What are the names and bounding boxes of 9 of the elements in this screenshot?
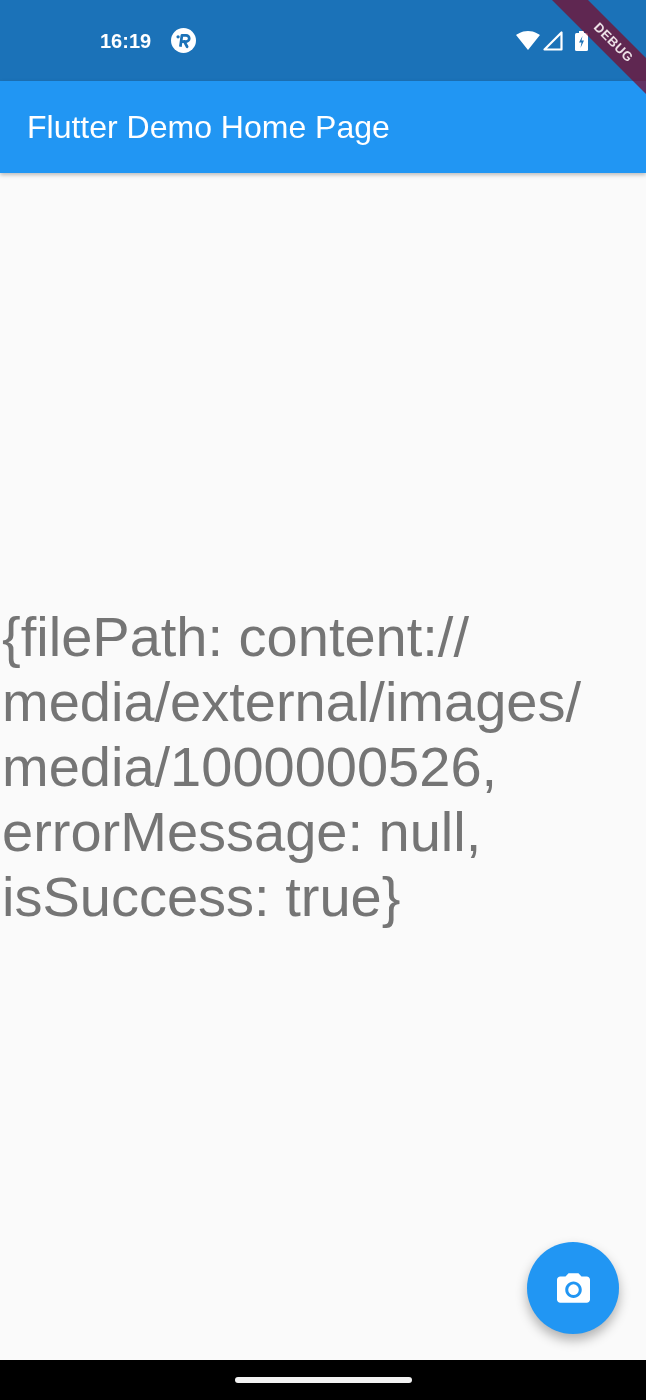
status-time: 16:19: [100, 30, 152, 51]
battery-charging-icon: [575, 30, 588, 51]
camera-icon: [556, 1273, 590, 1303]
result-text: {filePath: content://media/external/images/media/1000000526, errorMessage: null, isSuccess: true}: [1, 604, 582, 929]
camera-fab[interactable]: [527, 1242, 619, 1334]
app-notification-icon: [171, 28, 197, 53]
app-bar-title: Flutter Demo Home Page: [27, 111, 390, 143]
wifi-icon: [516, 31, 540, 50]
cell-signal-icon: [543, 30, 563, 51]
